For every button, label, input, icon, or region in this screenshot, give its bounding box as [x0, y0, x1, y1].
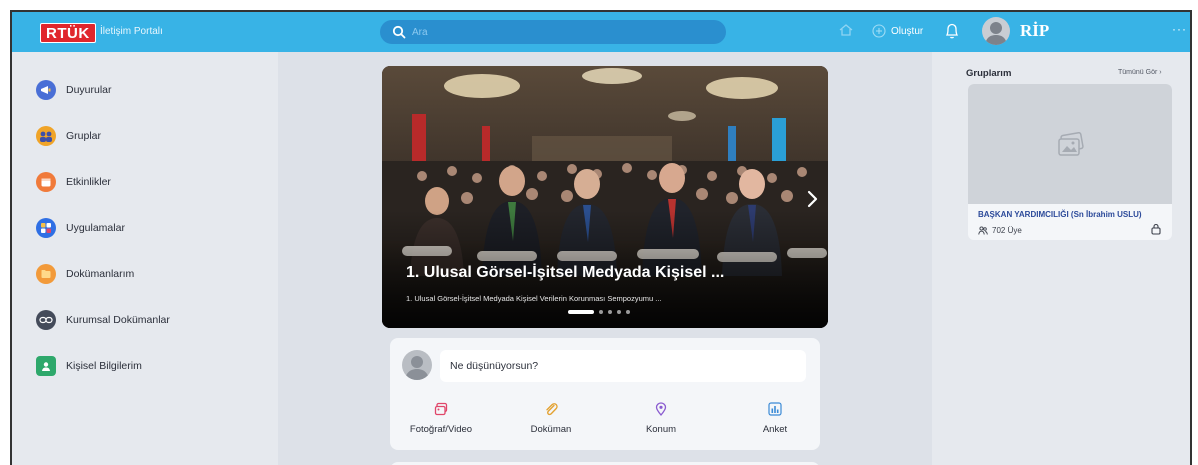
carousel-dot[interactable] [626, 310, 630, 314]
sidebar-item-label: Uygulamalar [66, 222, 125, 234]
sidebar-item-apps[interactable]: Uygulamalar [36, 218, 125, 238]
sidebar-item-personal-info[interactable]: Kişisel Bilgilerim [36, 356, 142, 376]
app-window: RTÜK İletişim Portalı Oluştur [10, 10, 1192, 465]
sidebar-item-label: Duyurular [66, 84, 112, 96]
search-input[interactable] [412, 20, 712, 44]
sidebar-item-events[interactable]: Etkinlikler [36, 172, 111, 192]
poll-button[interactable]: Anket [730, 402, 820, 435]
notification-bell-icon[interactable] [944, 22, 960, 40]
chevron-right-icon[interactable] [806, 190, 818, 208]
sidebar-item-label: Dokümanlarım [66, 268, 135, 280]
sidebar-item-groups[interactable]: Gruplar [36, 126, 101, 146]
composer-input[interactable]: Ne düşünüyorsun? [440, 350, 806, 382]
sidebar-item-label: Kişisel Bilgilerim [66, 360, 142, 372]
group-image-placeholder [968, 84, 1172, 204]
main-feed: 1. Ulusal Görsel-İşitsel Medyada Kişisel… [278, 52, 932, 465]
slide-subtitle: 1. Ulusal Görsel-İşitsel Medyada Kişisel… [406, 294, 662, 303]
action-label: Anket [762, 424, 788, 435]
left-sidebar: Duyurular Gruplar Etkinlikler Uygulamala… [12, 52, 278, 465]
lock-icon [1151, 223, 1161, 235]
image-placeholder-icon [1058, 132, 1084, 156]
portal-title: İletişim Portalı [100, 26, 163, 37]
sidebar-item-my-documents[interactable]: Dokümanlarım [36, 264, 134, 284]
search-icon [392, 25, 406, 39]
plus-circle-icon [872, 24, 886, 38]
attachment-icon [546, 403, 558, 416]
carousel-dot[interactable] [608, 310, 612, 314]
sidebar-item-label: Etkinlikler [66, 176, 111, 188]
my-groups-title: Gruplarım [966, 68, 1012, 79]
rtuk-logo[interactable]: RTÜK [40, 23, 96, 43]
sidebar-item-announcements[interactable]: Duyurular [36, 80, 112, 100]
carousel-dot[interactable] [568, 310, 594, 314]
user-avatar[interactable] [982, 17, 1010, 45]
announcement-icon [36, 80, 56, 100]
calendar-icon [36, 172, 56, 192]
composer-avatar [402, 350, 432, 380]
carousel-indicators [568, 310, 630, 314]
create-button[interactable]: Oluştur [872, 24, 923, 38]
link-icon [36, 310, 56, 330]
sidebar-item-label: Gruplar [66, 130, 102, 142]
event-photo [382, 66, 828, 328]
action-label: Doküman [530, 424, 572, 435]
apps-icon [36, 218, 56, 238]
user-avatar-icon [985, 22, 1007, 45]
more-menu-icon[interactable]: ··· [1172, 22, 1187, 36]
group-name[interactable]: BAŞKAN YARDIMCILIĞI (Sn İbrahim USLU) [978, 210, 1142, 219]
photo-video-button[interactable]: Fotoğraf/Video [396, 402, 486, 435]
see-all-link[interactable]: Tümünü Gör › [1118, 69, 1162, 76]
news-carousel[interactable]: 1. Ulusal Görsel-İşitsel Medyada Kişisel… [382, 66, 828, 328]
user-avatar-icon [405, 356, 429, 380]
group-member-count: 702 Üye [992, 226, 1022, 235]
photo-icon [434, 402, 448, 416]
user-name[interactable]: RİP [1020, 21, 1049, 41]
top-bar: RTÜK İletişim Portalı Oluştur [12, 12, 1190, 52]
sidebar-item-label: Kurumsal Dokümanlar [66, 314, 170, 326]
document-button[interactable]: Doküman [506, 402, 596, 435]
right-sidebar: Gruplarım Tümünü Gör › BAŞKAN YARDIMCILI… [932, 52, 1190, 465]
sidebar-item-corporate-documents[interactable]: Kurumsal Dokümanlar [36, 310, 170, 330]
group-members: 702 Üye [978, 226, 1022, 235]
post-composer: Ne düşünüyorsun? Fotoğraf/Video Doküman [390, 338, 820, 450]
members-icon [978, 226, 988, 235]
action-label: Konum [645, 424, 677, 435]
group-card[interactable]: BAŞKAN YARDIMCILIĞI (Sn İbrahim USLU) 70… [968, 84, 1172, 240]
poll-icon [768, 402, 782, 416]
carousel-dot[interactable] [617, 310, 621, 314]
location-icon [655, 402, 667, 416]
search-bar[interactable] [380, 20, 726, 44]
slide-title[interactable]: 1. Ulusal Görsel-İşitsel Medyada Kişisel… [406, 264, 724, 282]
carousel-dot[interactable] [599, 310, 603, 314]
action-label: Fotoğraf/Video [409, 424, 473, 435]
documents-icon [36, 264, 56, 284]
groups-icon [36, 126, 56, 146]
profile-icon [36, 356, 56, 376]
home-icon[interactable] [838, 22, 854, 38]
create-label: Oluştur [891, 25, 924, 37]
location-button[interactable]: Konum [616, 402, 706, 435]
